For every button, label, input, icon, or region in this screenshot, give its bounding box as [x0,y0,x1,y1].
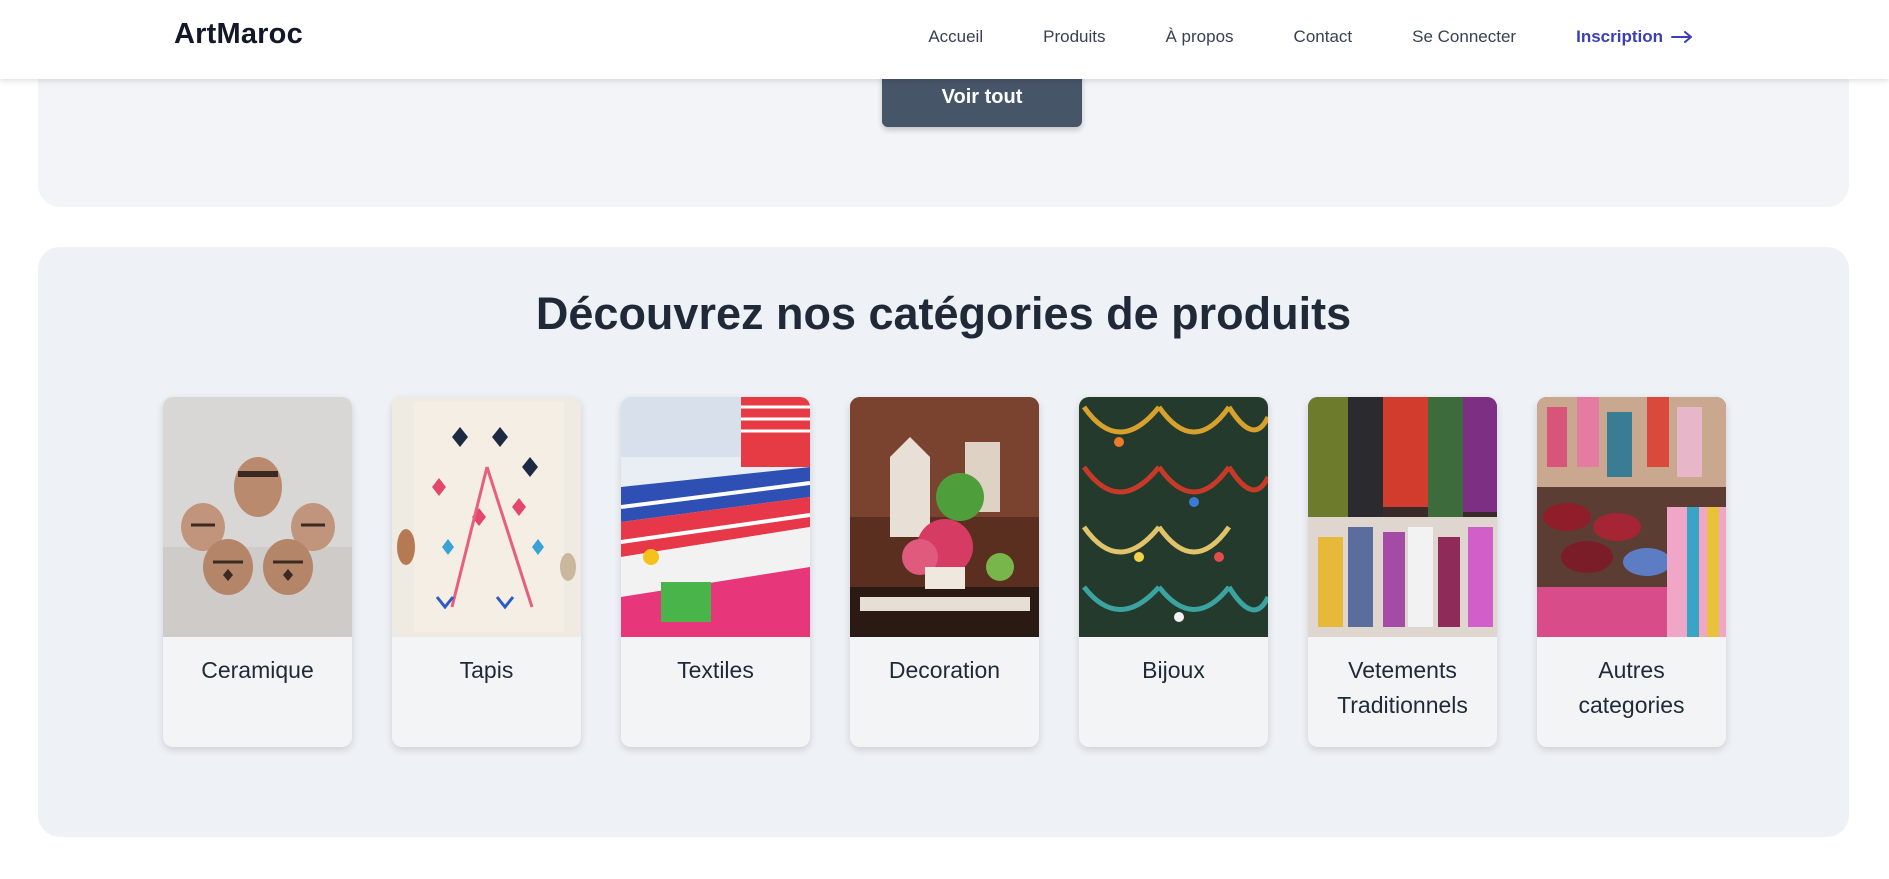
categories-title: Découvrez nos catégories de produits [535,288,1352,339]
category-image-ceramique [163,397,352,637]
category-label: Tapis [459,657,514,683]
category-label: Autres categories [1578,657,1685,718]
nav-inscription[interactable]: Inscription [1576,27,1693,47]
top-navigation-bar: ArtMaroc Accueil Produits À propos Conta… [0,0,1889,79]
nav-a-propos[interactable]: À propos [1166,27,1234,47]
nav-se-connecter[interactable]: Se Connecter [1412,27,1516,47]
category-card-vetements-traditionnels[interactable]: Vetements Traditionnels [1308,397,1497,747]
category-label: Ceramique [201,657,314,683]
categories-section: Découvrez nos catégories de produits Cer… [38,247,1849,837]
category-label: Decoration [888,657,1001,683]
nav-produits[interactable]: Produits [1043,27,1105,47]
category-cards: Ceramique Tapis Textiles Decoration Bijo… [163,397,1726,747]
category-image-autres [1537,397,1726,637]
category-card-bijoux[interactable]: Bijoux [1079,397,1268,747]
category-image-bijoux [1079,397,1268,637]
category-image-tapis [392,397,581,637]
nav-accueil[interactable]: Accueil [928,27,983,47]
category-label: Bijoux [1142,657,1205,683]
category-card-tapis[interactable]: Tapis [392,397,581,747]
category-image-vetements [1308,397,1497,637]
category-card-textiles[interactable]: Textiles [621,397,810,747]
category-image-textiles [621,397,810,637]
inscription-label: Inscription [1576,27,1663,46]
brand-logo[interactable]: ArtMaroc [174,18,303,51]
arrow-right-icon [1671,31,1692,43]
category-card-ceramique[interactable]: Ceramique [163,397,352,747]
main-nav: Accueil Produits À propos Contact Se Con… [868,0,1693,74]
category-card-autres-categories[interactable]: Autres categories [1537,397,1726,747]
category-image-decoration [850,397,1039,637]
category-card-decoration[interactable]: Decoration [850,397,1039,747]
nav-contact[interactable]: Contact [1294,27,1353,47]
category-label: Vetements Traditionnels [1337,657,1468,718]
category-label: Textiles [677,657,754,683]
